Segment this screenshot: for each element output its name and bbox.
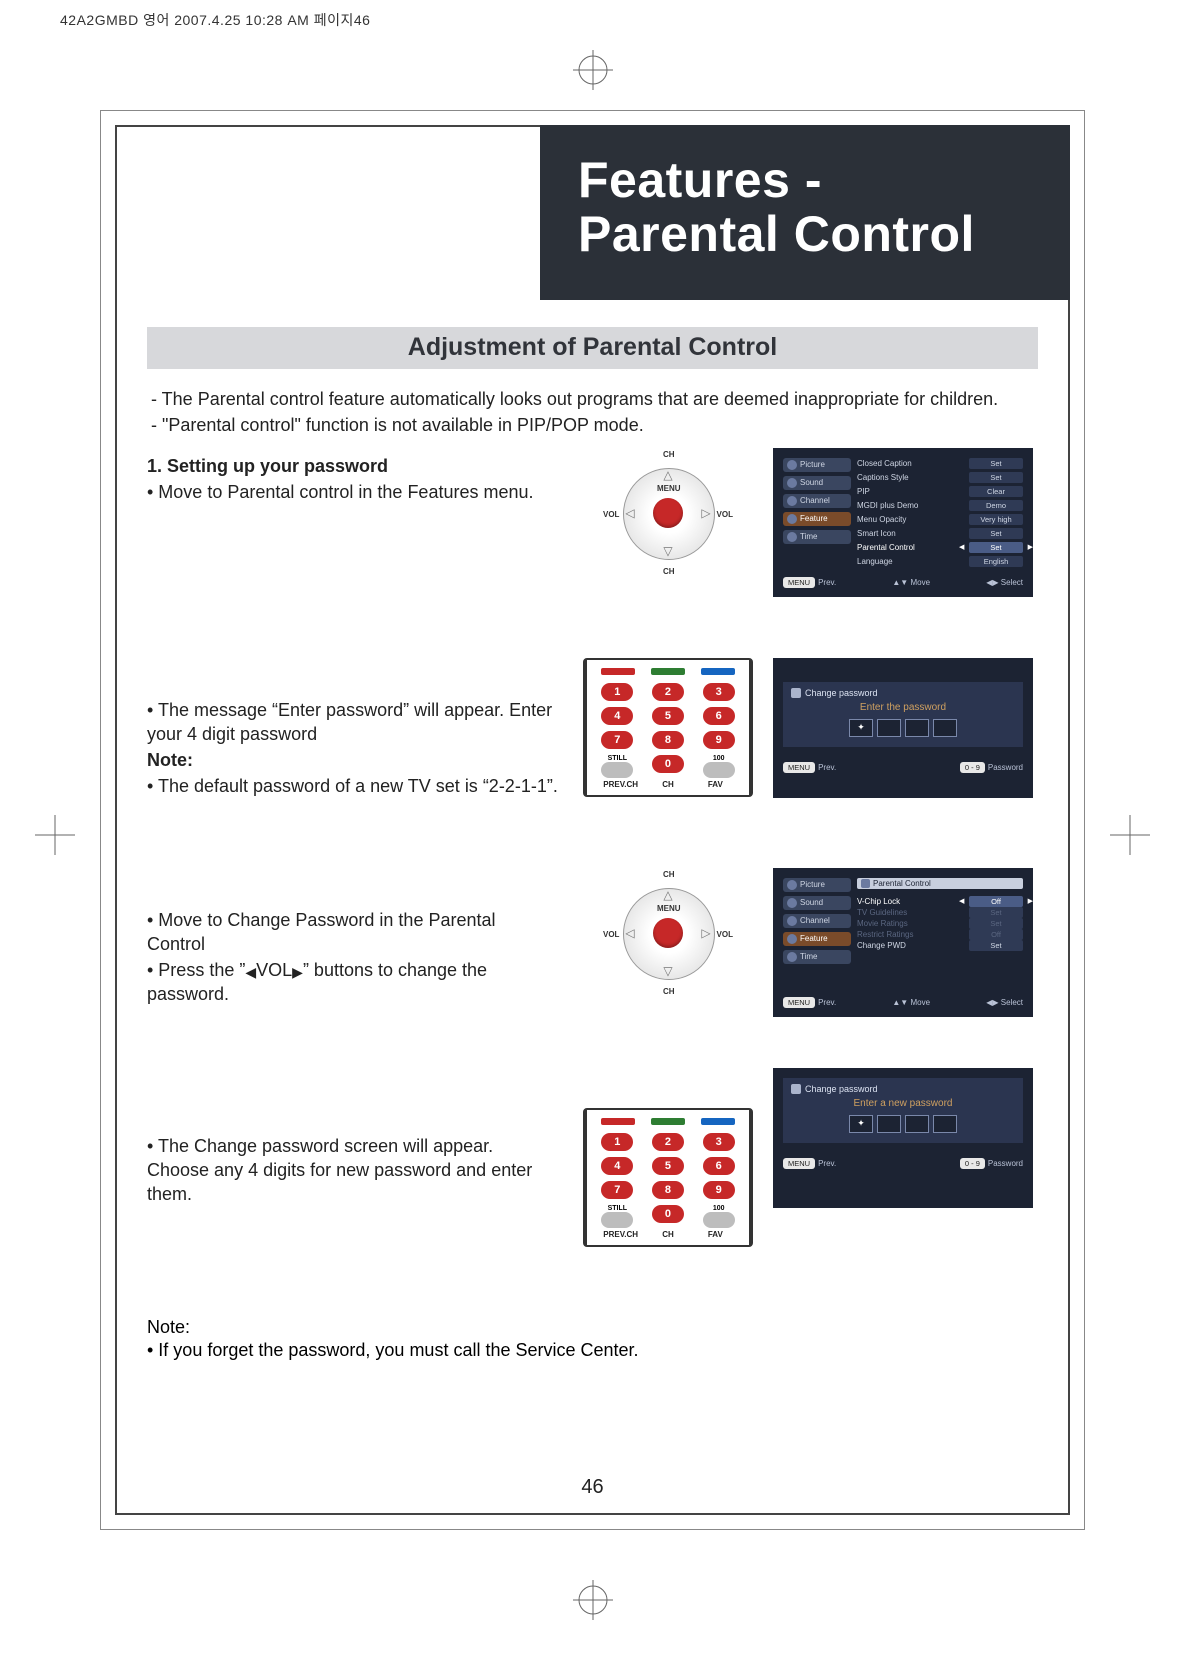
step-heading: 1. Setting up your password bbox=[147, 454, 558, 478]
title-line-1: Features - bbox=[578, 153, 1070, 207]
step-text: • The Change password screen will appear… bbox=[147, 1068, 568, 1209]
osd-parental-menu: PictureSoundChannelFeatureTime Parental … bbox=[773, 868, 1033, 1017]
step-row: 1. Setting up your password • Move to Pa… bbox=[147, 448, 1038, 608]
step-line: • Press the ”◀VOL▶” buttons to change th… bbox=[147, 958, 558, 1007]
step-row: • The message “Enter password” will appe… bbox=[147, 658, 1038, 818]
intro-line: - "Parental control" function is not ava… bbox=[151, 413, 1034, 437]
step-line: • The message “Enter password” will appe… bbox=[147, 698, 558, 747]
osd-new-password: Change password Enter a new password MEN… bbox=[773, 1068, 1033, 1208]
page-number: 46 bbox=[117, 1476, 1068, 1499]
remote-dpad-figure: MENU CH CH VOL VOL △▽ ◁▷ bbox=[568, 448, 768, 578]
note-label: Note: bbox=[147, 748, 558, 772]
step-line: • The Change password screen will appear… bbox=[147, 1134, 558, 1207]
footer-note: Note: • If you forget the password, you … bbox=[147, 1317, 1038, 1361]
step-text: 1. Setting up your password • Move to Pa… bbox=[147, 448, 568, 507]
note-label: Note: bbox=[147, 1317, 1038, 1338]
step-row: • The Change password screen will appear… bbox=[147, 1068, 1038, 1247]
keypad-icon: 123456789STILL0100 PREV.CH CH FAV bbox=[583, 1108, 753, 1247]
step-text: • The message “Enter password” will appe… bbox=[147, 658, 568, 801]
chapter-title: Features - Parental Control bbox=[540, 125, 1070, 300]
intro-line: - The Parental control feature automatic… bbox=[151, 387, 1034, 411]
step-line: • Move to Change Password in the Parenta… bbox=[147, 908, 558, 957]
intro-text: - The Parental control feature automatic… bbox=[151, 387, 1034, 438]
step-line: • Move to Parental control in the Featur… bbox=[147, 480, 558, 504]
osd-features-menu: PictureSoundChannelFeatureTime Closed Ca… bbox=[773, 448, 1033, 597]
remote-dpad-figure: MENU CH CH VOL VOL △▽ ◁▷ bbox=[568, 868, 768, 998]
crop-mark-icon bbox=[573, 1580, 613, 1620]
dpad-icon: MENU CH CH VOL VOL △▽ ◁▷ bbox=[603, 868, 733, 998]
page-inner-border: Features - Parental Control Adjustment o… bbox=[115, 125, 1070, 1515]
dpad-icon: MENU CH CH VOL VOL △▽ ◁▷ bbox=[603, 448, 733, 578]
title-line-2: Parental Control bbox=[578, 207, 1070, 261]
crop-mark-icon bbox=[573, 50, 613, 90]
step-text: • Move to Change Password in the Parenta… bbox=[147, 868, 568, 1009]
file-header: 42A2GMBD 영어 2007.4.25 10:28 AM 페이지46 bbox=[0, 0, 1185, 30]
crop-mark-icon bbox=[1110, 815, 1150, 855]
keypad-icon: 123456789STILL0100 PREV.CH CH FAV bbox=[583, 658, 753, 797]
note-line: • If you forget the password, you must c… bbox=[147, 1340, 1038, 1361]
note-line: • The default password of a new TV set i… bbox=[147, 774, 558, 798]
osd-enter-password: Change password Enter the password MENUP… bbox=[773, 658, 1033, 798]
remote-keypad-figure: 123456789STILL0100 PREV.CH CH FAV bbox=[568, 1068, 768, 1247]
section-heading: Adjustment of Parental Control bbox=[147, 327, 1038, 369]
crop-mark-icon bbox=[35, 815, 75, 855]
remote-keypad-figure: 123456789STILL0100 PREV.CH CH FAV bbox=[568, 658, 768, 797]
step-row: • Move to Change Password in the Parenta… bbox=[147, 868, 1038, 1028]
